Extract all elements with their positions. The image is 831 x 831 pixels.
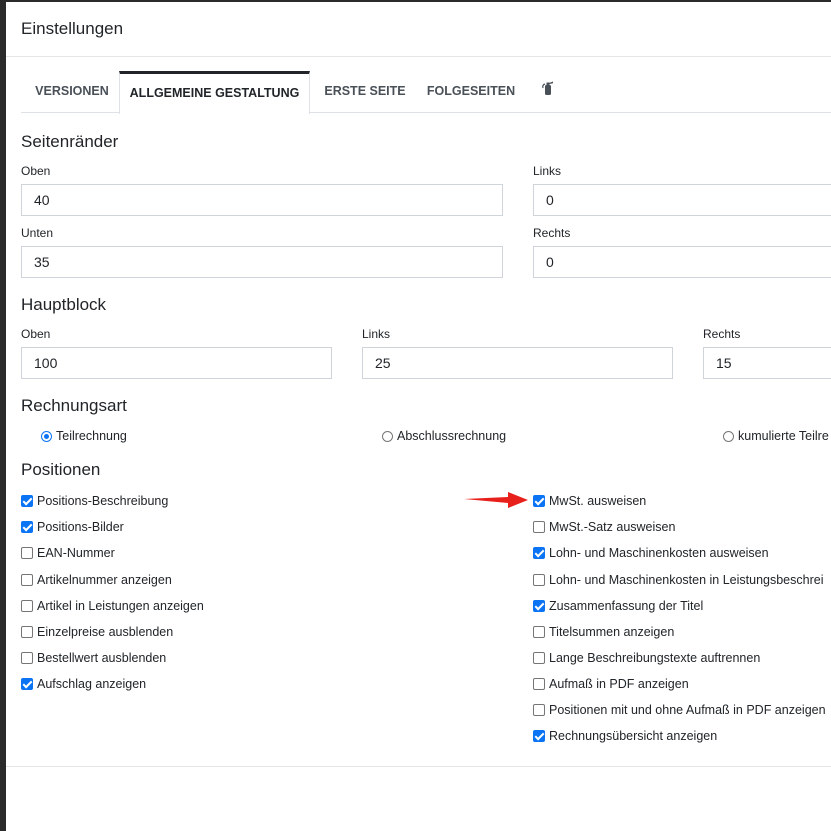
label-seitenraender-unten: Unten [21,226,54,240]
checkbox[interactable] [533,600,545,612]
checkbox-label: Positions-Beschreibung [37,494,169,508]
input-seitenraender-unten[interactable] [21,246,503,278]
checkbox-label: Titelsummen anzeigen [549,625,675,639]
radio-option-teilrechnung[interactable]: Teilrechnung [41,429,127,443]
radio-button[interactable] [382,430,393,442]
radio-button[interactable] [723,430,734,442]
radio-option-abschlussrechnung[interactable]: Abschlussrechnung [382,429,506,443]
label-seitenraender-links: Links [533,164,562,178]
checkbox[interactable] [533,730,545,742]
radio-button[interactable] [41,430,52,442]
radio-label: Teilrechnung [56,429,127,443]
label-seitenraender-rechts: Rechts [533,226,571,240]
checkbox-label: Bestellwert ausblenden [37,651,167,665]
input-hauptblock-rechts[interactable] [703,347,831,379]
fire-extinguisher-icon[interactable] [541,72,555,111]
checkbox[interactable] [21,626,33,638]
section-title-hauptblock: Hauptblock [21,295,107,314]
checkbox-rechnungsuebersicht[interactable]: Rechnungsübersicht anzeigen [533,729,717,743]
checkbox-label: Einzelpreise ausblenden [37,625,174,639]
label-hauptblock-links: Links [362,327,391,341]
checkbox-aufmass-pdf[interactable]: Aufmaß in PDF anzeigen [533,677,689,691]
checkbox-zusammenfassung-titel[interactable]: Zusammenfassung der Titel [533,599,703,613]
checkbox-label: Lohn- und Maschinenkosten in Leistungsbe… [549,573,824,587]
checkbox-label: Lohn- und Maschinenkosten ausweisen [549,546,769,560]
checkbox[interactable] [21,547,33,559]
checkbox-label: Artikelnummer anzeigen [37,573,172,587]
modal-title: Einstellungen [21,19,124,38]
checkbox[interactable] [533,521,545,533]
tab-bar: VERSIONEN ALLGEMEINE GESTALTUNG ERSTE SE… [21,71,831,114]
radio-label: kumulierte Teilre [738,429,829,443]
checkbox-titelsummen[interactable]: Titelsummen anzeigen [533,625,674,639]
section-title-seitenraender: Seitenränder [21,132,119,151]
checkbox-label: Lange Beschreibungstexte auftrennen [549,651,761,665]
tab-versionen[interactable]: VERSIONEN [21,72,123,111]
checkbox-ean-nummer[interactable]: EAN-Nummer [21,546,115,560]
checkbox[interactable] [533,574,545,586]
checkbox-aufschlag[interactable]: Aufschlag anzeigen [21,677,146,691]
section-title-positionen: Positionen [21,460,101,479]
input-seitenraender-rechts[interactable] [533,246,831,278]
checkbox-positions-beschreibung[interactable]: Positions-Beschreibung [21,494,168,508]
checkbox-label: Zusammenfassung der Titel [549,599,704,613]
checkbox[interactable] [533,547,545,559]
checkbox-einzelpreise[interactable]: Einzelpreise ausblenden [21,625,173,639]
checkbox[interactable] [21,521,33,533]
modal-header: Einstellungen [6,2,831,57]
checkbox[interactable] [533,678,545,690]
checkbox-label: EAN-Nummer [37,546,115,560]
checkbox[interactable] [21,652,33,664]
checkbox-label: Positions-Bilder [37,520,124,534]
checkbox[interactable] [533,704,545,716]
checkbox[interactable] [533,626,545,638]
checkbox-label: MwSt. ausweisen [549,494,647,508]
checkbox-label: Positionen mit und ohne Aufmaß in PDF an… [549,703,826,717]
modal-footer-divider [6,766,831,767]
radio-option-kumulierte-teilrechnung[interactable]: kumulierte Teilre [723,429,829,443]
checkbox-mwst-satz[interactable]: MwSt.-Satz ausweisen [533,520,675,534]
tab-allgemeine-gestaltung[interactable]: ALLGEMEINE GESTALTUNG [119,71,310,114]
section-title-rechnungsart: Rechnungsart [21,396,127,415]
tab-folgeseiten[interactable]: FOLGESEITEN [425,72,517,111]
checkbox-lohn-maschinenkosten[interactable]: Lohn- und Maschinenkosten ausweisen [533,546,769,560]
checkbox-label: Aufmaß in PDF anzeigen [549,677,689,691]
label-hauptblock-rechts: Rechts [703,327,741,341]
input-seitenraender-links[interactable] [533,184,831,216]
input-hauptblock-oben[interactable] [21,347,332,379]
checkbox-artikel-in-leistungen[interactable]: Artikel in Leistungen anzeigen [21,599,204,613]
checkbox[interactable] [21,574,33,586]
label-seitenraender-oben: Oben [21,164,51,178]
input-seitenraender-oben[interactable] [21,184,503,216]
checkbox[interactable] [533,495,545,507]
checkbox-artikelnummer[interactable]: Artikelnummer anzeigen [21,573,172,587]
checkbox[interactable] [21,600,33,612]
checkbox-lohn-maschinenkosten-leistung[interactable]: Lohn- und Maschinenkosten in Leistungsbe… [533,573,823,587]
settings-modal: Einstellungen VERSIONEN ALLGEMEINE GESTA… [6,2,831,831]
checkbox-label: Rechnungsübersicht anzeigen [549,729,718,743]
label-hauptblock-oben: Oben [21,327,51,341]
annotation-arrow-icon [464,488,530,517]
checkbox-mwst-ausweisen[interactable]: MwSt. ausweisen [533,494,646,508]
checkbox-label: Artikel in Leistungen anzeigen [37,599,204,613]
input-hauptblock-links[interactable] [362,347,673,379]
tab-erste-seite[interactable]: ERSTE SEITE [317,72,413,111]
checkbox[interactable] [21,495,33,507]
checkbox-lange-beschreibungstexte[interactable]: Lange Beschreibungstexte auftrennen [533,651,760,665]
checkbox-positionen-aufmass-pdf[interactable]: Positionen mit und ohne Aufmaß in PDF an… [533,703,826,717]
checkbox-label: Aufschlag anzeigen [37,677,147,691]
checkbox-positions-bilder[interactable]: Positions-Bilder [21,520,124,534]
checkbox-bestellwert[interactable]: Bestellwert ausblenden [21,651,166,665]
checkbox[interactable] [533,652,545,664]
checkbox-label: MwSt.-Satz ausweisen [549,520,676,534]
radio-label: Abschlussrechnung [397,429,507,443]
checkbox[interactable] [21,678,33,690]
